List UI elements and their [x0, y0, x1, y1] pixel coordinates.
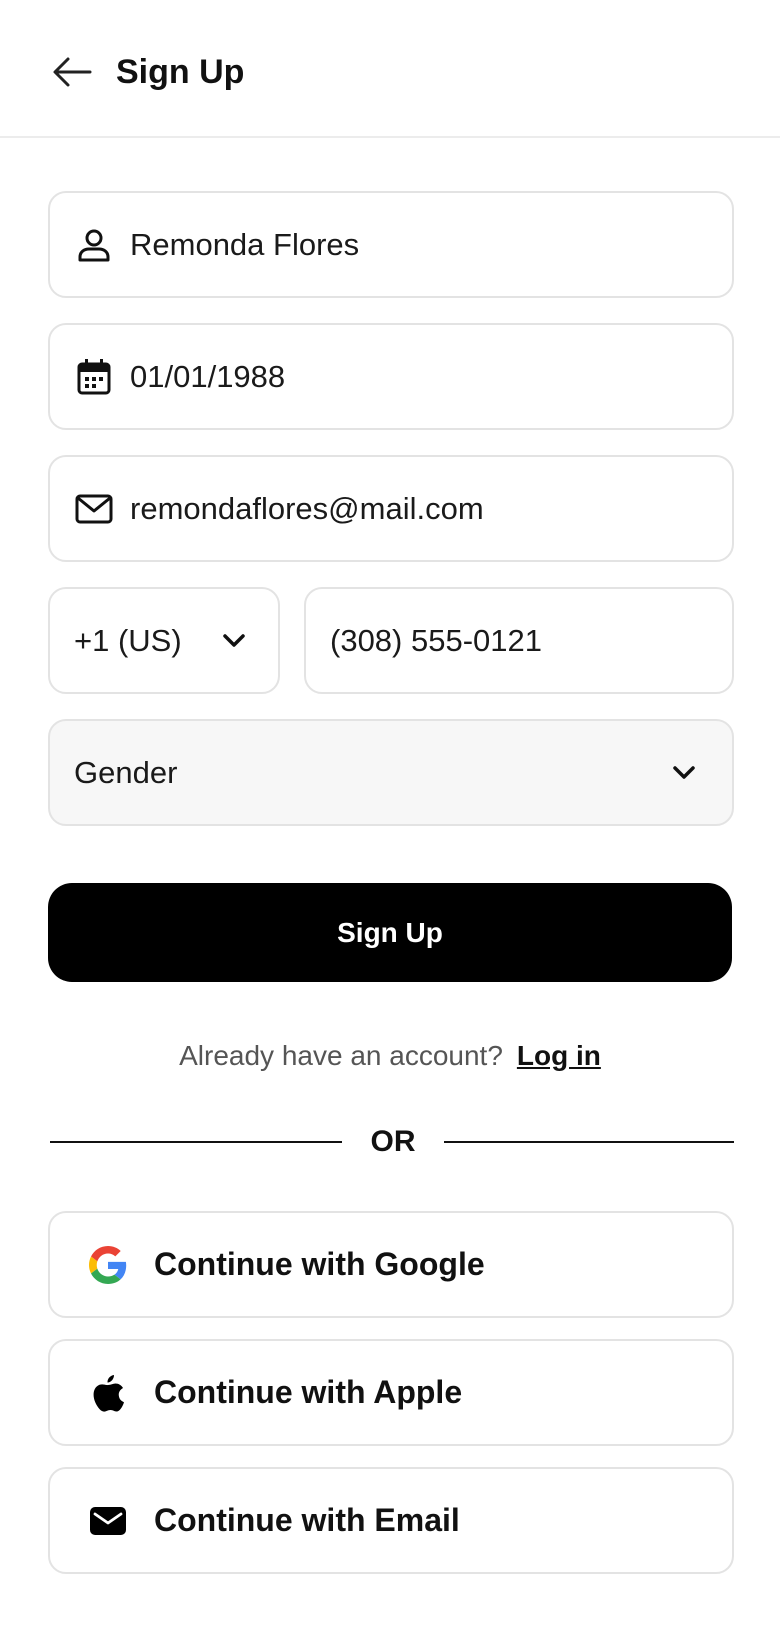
- country-code-select[interactable]: +1 (US): [48, 587, 280, 694]
- continue-with-email-button[interactable]: Continue with Email: [48, 1467, 734, 1574]
- email-field[interactable]: remondaflores@mail.com: [48, 455, 734, 562]
- google-icon: [88, 1245, 128, 1285]
- already-account-text: Already have an account?: [179, 1040, 503, 1071]
- sign-up-button[interactable]: Sign Up: [48, 883, 732, 982]
- apple-button-label: Continue with Apple: [154, 1374, 463, 1410]
- continue-with-google-button[interactable]: Continue with Google: [48, 1211, 734, 1318]
- phone-field[interactable]: (308) 555-0121: [304, 587, 734, 694]
- gender-select[interactable]: Gender: [48, 719, 734, 826]
- log-in-link[interactable]: Log in: [517, 1040, 601, 1071]
- mail-icon: [74, 489, 114, 529]
- mail-solid-icon: [88, 1501, 128, 1541]
- divider-line-right: [444, 1141, 734, 1143]
- divider-line-left: [50, 1141, 342, 1143]
- user-icon: [74, 225, 114, 265]
- phone-input-value[interactable]: (308) 555-0121: [330, 623, 542, 659]
- email-button-label: Continue with Email: [154, 1502, 460, 1538]
- calendar-icon: [74, 357, 114, 397]
- or-text: OR: [370, 1125, 416, 1158]
- arrow-left-icon: [53, 57, 92, 87]
- name-input-value[interactable]: Remonda Flores: [130, 227, 359, 263]
- or-divider: OR: [50, 1120, 734, 1164]
- name-field[interactable]: Remonda Flores: [48, 191, 734, 298]
- email-input-value[interactable]: remondaflores@mail.com: [130, 491, 484, 527]
- login-prompt: Already have an account? Log in: [0, 1036, 780, 1076]
- app-header: Sign Up: [0, 0, 780, 138]
- chevron-down-icon: [670, 759, 698, 787]
- dob-field[interactable]: 01/01/1988: [48, 323, 734, 430]
- apple-icon: [88, 1373, 128, 1413]
- continue-with-apple-button[interactable]: Continue with Apple: [48, 1339, 734, 1446]
- page-title: Sign Up: [116, 53, 245, 91]
- dob-input-value[interactable]: 01/01/1988: [130, 359, 285, 395]
- gender-placeholder: Gender: [74, 754, 178, 790]
- country-code-value: +1 (US): [74, 622, 182, 658]
- back-button[interactable]: [50, 50, 94, 94]
- google-button-label: Continue with Google: [154, 1246, 485, 1282]
- chevron-down-icon: [220, 627, 248, 655]
